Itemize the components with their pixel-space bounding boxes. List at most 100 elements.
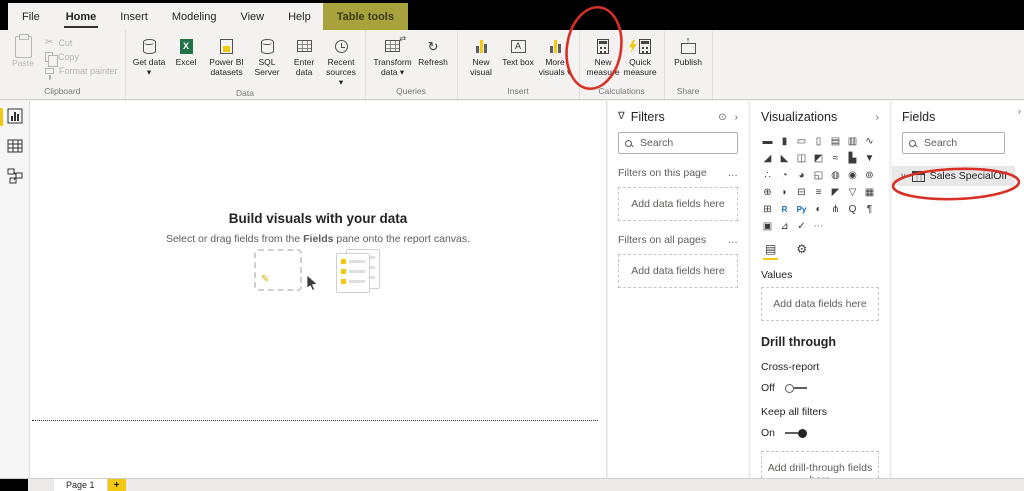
gauge-icon[interactable]: ◗: [777, 185, 792, 200]
filters-pane: ∇ Filters ⊙ › Filters on this page … Add…: [608, 101, 748, 478]
line-and-clustered-column-chart-icon[interactable]: ◩: [811, 151, 826, 166]
copy-button[interactable]: Copy: [45, 52, 118, 67]
multi-row-card-icon[interactable]: ≡: [811, 185, 826, 200]
more-options-icon[interactable]: …: [728, 234, 739, 246]
chevron-down-icon[interactable]: ∨: [900, 171, 907, 182]
recent-sources-button[interactable]: Recent sources ▾: [323, 32, 360, 87]
filters-search-input[interactable]: [638, 136, 731, 150]
format-subtab[interactable]: ⚙: [796, 242, 807, 260]
model-view-button[interactable]: [0, 161, 29, 191]
share-group-label: Share: [676, 86, 700, 96]
pie-chart-icon[interactable]: ◔: [777, 168, 792, 183]
enter-data-button[interactable]: Enter data: [286, 32, 323, 78]
menu-bar: File Home Insert Modeling View Help Tabl…: [0, 3, 1024, 30]
100-stacked-bar-chart-icon[interactable]: ▤: [828, 134, 843, 149]
fields-search-input[interactable]: [922, 136, 998, 150]
collapse-filters-icon[interactable]: ›: [735, 112, 738, 123]
keep-all-filters-toggle[interactable]: [785, 428, 808, 438]
get-data-button[interactable]: Get data ▾: [131, 32, 168, 78]
sql-server-button[interactable]: SQL Server: [249, 32, 286, 78]
stacked-area-chart-icon[interactable]: ◣: [777, 151, 792, 166]
page-tab-page1[interactable]: Page 1: [54, 479, 108, 491]
collapse-pane-icon[interactable]: ›: [1018, 106, 1021, 116]
filters-all-pages-dropzone[interactable]: Add data fields here: [618, 254, 738, 288]
transform-data-button[interactable]: ⇄ Transform data ▾: [371, 32, 415, 78]
excel-button[interactable]: X Excel: [168, 32, 205, 68]
show-hide-pane-icon[interactable]: ⊙: [718, 112, 726, 123]
data-view-button[interactable]: [0, 131, 29, 161]
waterfall-chart-icon[interactable]: ▙: [845, 151, 860, 166]
cross-report-toggle[interactable]: [784, 383, 807, 393]
excel-icon: X: [179, 38, 193, 54]
treemap-icon[interactable]: ◱: [811, 168, 826, 183]
pencil-icon: ✎: [261, 274, 270, 285]
azure-map-icon[interactable]: ⊕: [760, 185, 775, 200]
values-dropzone[interactable]: Add data fields here: [761, 287, 879, 321]
line-chart-icon[interactable]: ∿: [862, 134, 877, 149]
matrix-icon[interactable]: ⊞: [760, 202, 775, 217]
kpi-icon[interactable]: ◤: [828, 185, 843, 200]
tab-table-tools[interactable]: Table tools: [322, 3, 408, 30]
text-box-button[interactable]: A Text box: [500, 32, 537, 68]
ribbon-chart-icon[interactable]: ≈: [828, 151, 843, 166]
page-boundary-dotted-line: [32, 420, 598, 421]
new-visual-button[interactable]: New visual: [463, 32, 500, 78]
tab-view[interactable]: View: [228, 3, 276, 30]
refresh-button[interactable]: ↻ Refresh: [415, 32, 452, 68]
decomposition-tree-icon[interactable]: ⋔: [828, 202, 843, 217]
power-bi-datasets-button[interactable]: Power BI datasets: [205, 32, 249, 78]
insert-group-label: Insert: [507, 86, 529, 96]
model-view-icon: [7, 168, 22, 184]
paste-button[interactable]: Paste: [5, 32, 41, 69]
shape-map-icon[interactable]: ⊚: [862, 168, 877, 183]
power-apps-icon[interactable]: ⊿: [777, 219, 792, 234]
donut-chart-icon[interactable]: ◕: [794, 168, 809, 183]
table-icon[interactable]: ▦: [862, 185, 877, 200]
card-icon[interactable]: ⊟: [794, 185, 809, 200]
bottom-corner-block: [0, 479, 28, 491]
stacked-column-chart-icon[interactable]: ▮: [777, 134, 792, 149]
quick-measure-button[interactable]: Quick measure: [622, 32, 659, 78]
format-painter-button[interactable]: Format painter: [45, 66, 118, 80]
filled-map-icon[interactable]: ◉: [845, 168, 860, 183]
clustered-column-chart-icon[interactable]: ▯: [811, 134, 826, 149]
stacked-bar-chart-icon[interactable]: ▬: [760, 134, 775, 149]
python-script-icon[interactable]: Py: [794, 202, 809, 217]
clustered-bar-chart-icon[interactable]: ▭: [794, 134, 809, 149]
tab-file[interactable]: File: [8, 3, 54, 30]
more-visuals-button[interactable]: More visuals ▾: [537, 32, 574, 78]
r-script-icon[interactable]: R: [777, 202, 792, 217]
empty-canvas-illustration: ✎: [30, 249, 606, 301]
map-icon[interactable]: ◍: [828, 168, 843, 183]
tab-modeling[interactable]: Modeling: [160, 3, 229, 30]
scatter-chart-icon[interactable]: ∴: [760, 168, 775, 183]
cut-button[interactable]: ✂ Cut: [45, 38, 118, 49]
slicer-icon[interactable]: ▽: [845, 185, 860, 200]
fields-subtab[interactable]: ▤: [762, 242, 779, 260]
publish-button[interactable]: Publish: [670, 32, 707, 68]
area-chart-icon[interactable]: ◢: [760, 151, 775, 166]
smart-narrative-icon[interactable]: ¶: [862, 202, 877, 217]
paginated-report-icon[interactable]: ▣: [760, 219, 775, 234]
tab-home[interactable]: Home: [54, 3, 109, 30]
collapse-visualizations-icon[interactable]: ›: [876, 112, 879, 123]
report-view-button[interactable]: [0, 101, 29, 131]
tab-insert[interactable]: Insert: [108, 3, 160, 30]
new-page-button[interactable]: +: [107, 479, 126, 491]
more-options-icon[interactable]: …: [728, 167, 739, 179]
funnel-chart-icon[interactable]: ▼: [862, 151, 877, 166]
filters-this-page-dropzone[interactable]: Add data fields here: [618, 187, 738, 221]
field-table-sales-specialoffer[interactable]: ∨ Sales SpecialOffer: [892, 166, 1015, 186]
qa-icon[interactable]: Q: [845, 202, 860, 217]
more-options-icon[interactable]: ⋯: [811, 219, 826, 234]
window-edge: [0, 3, 8, 30]
field-list-cards: [336, 249, 382, 295]
tab-help[interactable]: Help: [276, 3, 323, 30]
line-and-stacked-column-chart-icon[interactable]: ◫: [794, 151, 809, 166]
report-canvas[interactable]: Build visuals with your data Select or d…: [30, 101, 607, 478]
100-stacked-column-chart-icon[interactable]: ▥: [845, 134, 860, 149]
format-painter-icon: [45, 68, 54, 80]
key-influencers-icon[interactable]: ◐: [811, 202, 826, 217]
metrics-icon[interactable]: ✓: [794, 219, 809, 234]
new-measure-button[interactable]: New measure: [585, 32, 622, 78]
